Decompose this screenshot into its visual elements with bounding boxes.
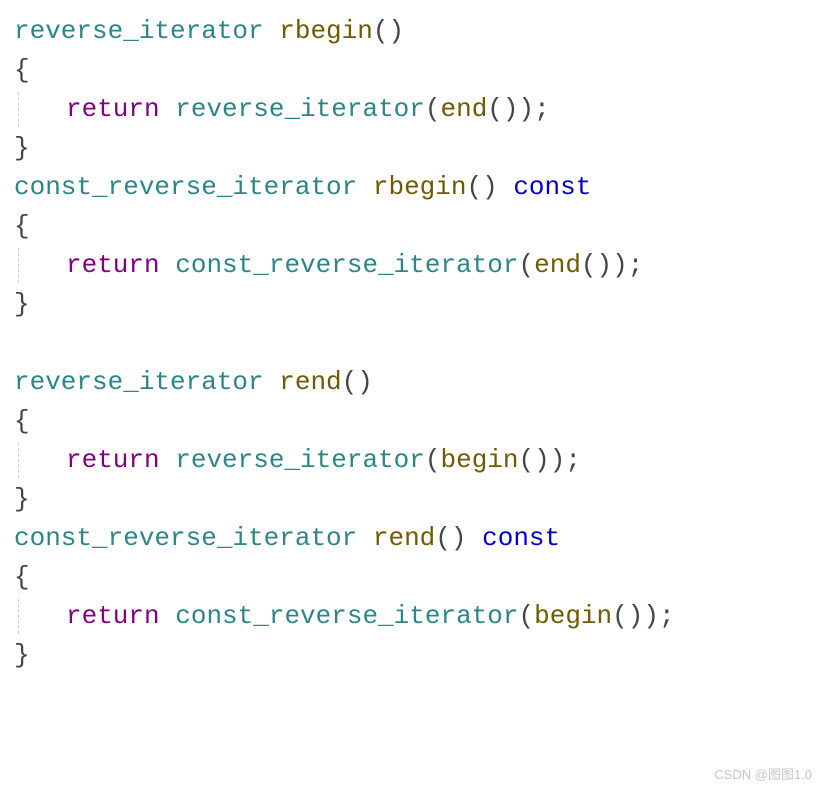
return-statement: return reverse_iterator(begin()); — [14, 441, 812, 480]
fn3-signature: reverse_iterator rend() — [14, 363, 812, 402]
arg-parens: () — [612, 601, 643, 631]
space — [264, 367, 280, 397]
space — [160, 94, 176, 124]
function-name: rend — [279, 367, 341, 397]
space — [160, 601, 176, 631]
paren-open: ( — [425, 94, 441, 124]
return-keyword: return — [66, 445, 160, 475]
indent-guide — [18, 248, 19, 283]
brace-open: { — [14, 402, 812, 441]
paren-close: ) — [550, 445, 566, 475]
brace-close: } — [14, 480, 812, 519]
arg-parens: () — [519, 445, 550, 475]
indent-guide — [18, 599, 19, 634]
brace-open: { — [14, 207, 812, 246]
parens: () — [467, 172, 498, 202]
space — [467, 523, 483, 553]
paren-open: ( — [519, 601, 535, 631]
brace-close: } — [14, 636, 812, 675]
space — [160, 250, 176, 280]
function-rbegin-const: const_reverse_iterator rbegin() const { … — [14, 168, 812, 324]
function-rend-const: const_reverse_iterator rend() const { re… — [14, 519, 812, 675]
semicolon: ; — [534, 94, 550, 124]
function-name: rend — [373, 523, 435, 553]
arg-call: end — [440, 94, 487, 124]
semicolon: ; — [565, 445, 581, 475]
parens: () — [435, 523, 466, 553]
ctor-type: reverse_iterator — [175, 94, 425, 124]
arg-call: begin — [534, 601, 612, 631]
return-type: reverse_iterator — [14, 16, 264, 46]
const-qualifier: const — [482, 523, 560, 553]
ctor-type: reverse_iterator — [175, 445, 425, 475]
return-keyword: return — [66, 601, 160, 631]
paren-open: ( — [425, 445, 441, 475]
return-statement: return const_reverse_iterator(begin()); — [14, 597, 812, 636]
brace-open: { — [14, 51, 812, 90]
indent-guide — [18, 92, 19, 127]
paren-close: ) — [612, 250, 628, 280]
function-name: rbegin — [373, 172, 467, 202]
paren-open: ( — [519, 250, 535, 280]
return-statement: return const_reverse_iterator(end()); — [14, 246, 812, 285]
watermark-text: CSDN @图图1.0 — [714, 765, 812, 785]
const-qualifier: const — [513, 172, 591, 202]
space — [357, 172, 373, 202]
return-type: const_reverse_iterator — [14, 172, 357, 202]
indent-guide — [18, 443, 19, 478]
fn2-signature: const_reverse_iterator rbegin() const — [14, 168, 812, 207]
brace-close: } — [14, 129, 812, 168]
semicolon: ; — [659, 601, 675, 631]
ctor-type: const_reverse_iterator — [175, 250, 518, 280]
fn1-signature: reverse_iterator rbegin() — [14, 12, 812, 51]
semicolon: ; — [628, 250, 644, 280]
brace-close: } — [14, 285, 812, 324]
return-keyword: return — [66, 250, 160, 280]
function-rbegin: reverse_iterator rbegin() { return rever… — [14, 12, 812, 168]
arg-call: end — [534, 250, 581, 280]
arg-parens: () — [487, 94, 518, 124]
function-rend: reverse_iterator rend() { return reverse… — [14, 363, 812, 519]
arg-call: begin — [440, 445, 518, 475]
arg-parens: () — [581, 250, 612, 280]
fn3-body: return reverse_iterator(begin()); — [14, 441, 812, 480]
function-name: rbegin — [279, 16, 373, 46]
space — [357, 523, 373, 553]
fn4-signature: const_reverse_iterator rend() const — [14, 519, 812, 558]
space — [498, 172, 514, 202]
return-statement: return reverse_iterator(end()); — [14, 90, 812, 129]
parens: () — [373, 16, 404, 46]
blank-line — [14, 324, 812, 363]
fn2-body: return const_reverse_iterator(end()); — [14, 246, 812, 285]
space — [264, 16, 280, 46]
ctor-type: const_reverse_iterator — [175, 601, 518, 631]
brace-open: { — [14, 558, 812, 597]
return-type: reverse_iterator — [14, 367, 264, 397]
parens: () — [342, 367, 373, 397]
fn4-body: return const_reverse_iterator(begin()); — [14, 597, 812, 636]
return-type: const_reverse_iterator — [14, 523, 357, 553]
paren-close: ) — [643, 601, 659, 631]
paren-close: ) — [519, 94, 535, 124]
return-keyword: return — [66, 94, 160, 124]
space — [160, 445, 176, 475]
fn1-body: return reverse_iterator(end()); — [14, 90, 812, 129]
